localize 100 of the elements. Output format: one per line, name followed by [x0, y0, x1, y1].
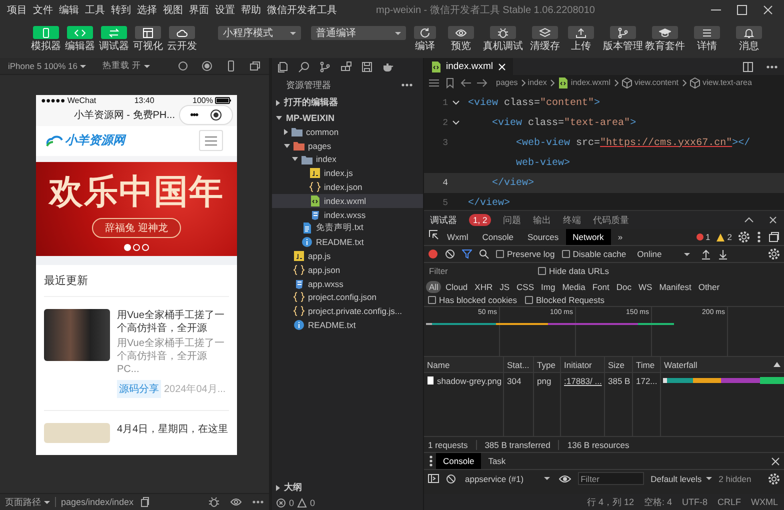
toolbar-button[interactable]: [414, 26, 436, 39]
editor-tab[interactable]: index.wxml: [424, 58, 513, 75]
eye-icon[interactable]: [558, 474, 571, 484]
record-icon[interactable]: [428, 249, 438, 259]
filter-icon[interactable]: [462, 249, 472, 259]
capsule-button[interactable]: •••: [179, 105, 233, 126]
article-title[interactable]: 4月4日，星期四，在这里: [117, 423, 229, 436]
compile-dropdown[interactable]: 普通编译: [311, 26, 406, 40]
panel-tab[interactable]: 代码质量: [593, 214, 630, 226]
settings-icon[interactable]: [768, 472, 780, 484]
menu-item[interactable]: 界面: [186, 3, 212, 17]
files-icon[interactable]: [277, 60, 289, 73]
search-icon[interactable]: [298, 60, 310, 72]
menu-item[interactable]: 微信开发者工具: [264, 3, 340, 17]
devtools-tab[interactable]: Wxml: [440, 229, 476, 245]
more-tabs-button[interactable]: »: [610, 229, 630, 245]
section-header[interactable]: MP-WEIXIN: [272, 110, 423, 125]
type-filter[interactable]: Doc: [613, 280, 634, 292]
section-header[interactable]: 大纲: [272, 480, 423, 495]
file-tree-item[interactable]: project.config.json: [272, 290, 423, 304]
file-tree-item[interactable]: pages: [272, 138, 423, 153]
drawer-tab[interactable]: Console: [436, 453, 482, 469]
settings-icon[interactable]: [738, 231, 750, 243]
menu-item[interactable]: 文件: [30, 3, 56, 17]
download-icon[interactable]: [718, 248, 728, 260]
column-header[interactable]: Waterfall: [661, 357, 784, 373]
close-icon[interactable]: [762, 4, 774, 16]
type-filter[interactable]: Img: [538, 280, 558, 292]
menu-button[interactable]: [199, 130, 223, 152]
carousel-dot[interactable]: [142, 244, 149, 251]
file-tree-item[interactable]: index.js: [272, 166, 423, 180]
toolbar-button[interactable]: [448, 26, 474, 39]
file-tree-item[interactable]: index.wxml: [272, 194, 423, 208]
panel-tab[interactable]: 问题: [503, 214, 522, 226]
request-name[interactable]: shadow-grey.png: [424, 373, 504, 388]
file-tree-item[interactable]: index.wxss: [272, 208, 423, 222]
mode-dropdown[interactable]: 小程序模式: [218, 26, 301, 40]
close-icon[interactable]: [771, 456, 780, 466]
levels-dropdown[interactable]: Default levels: [650, 474, 712, 484]
toolbar-button[interactable]: [652, 26, 678, 39]
article-title[interactable]: 用Vue全家桶手工搓了一个高仿抖音，全开源: [117, 309, 229, 335]
breadcrumb-item[interactable]: view.content: [620, 76, 679, 88]
column-header[interactable]: Stat...: [504, 357, 534, 373]
forward-arrow-icon[interactable]: [476, 76, 488, 88]
menu-item[interactable]: 视图: [160, 3, 186, 17]
file-tree-item[interactable]: 免责声明.txt: [272, 222, 423, 236]
file-tree-item[interactable]: README.txt: [272, 318, 423, 332]
search-icon[interactable]: [479, 249, 489, 259]
maximize-icon[interactable]: [736, 4, 748, 16]
column-header[interactable]: Time: [633, 357, 661, 373]
teapot-icon[interactable]: [382, 60, 394, 72]
column-header[interactable]: Name: [424, 357, 504, 373]
breadcrumb-item[interactable]: index: [528, 78, 547, 87]
type-filter[interactable]: Media: [559, 280, 588, 292]
section-header[interactable]: 打开的编辑器: [272, 95, 423, 110]
upload-icon[interactable]: [700, 248, 711, 260]
menu-item[interactable]: 帮助: [238, 3, 264, 17]
menu-item[interactable]: 选择: [134, 3, 160, 17]
menu-item[interactable]: 设置: [212, 3, 238, 17]
branch-icon[interactable]: [319, 60, 331, 72]
save-icon[interactable]: [361, 60, 373, 72]
split-editor-icon[interactable]: [742, 60, 754, 72]
carousel-dot[interactable]: [124, 244, 131, 251]
context-dropdown[interactable]: appservice (#1): [463, 474, 552, 484]
type-filter[interactable]: XHR: [472, 280, 496, 292]
devtools-tab[interactable]: Network: [566, 229, 611, 245]
panel-tab[interactable]: 调试器: [430, 214, 457, 226]
windows-icon[interactable]: [249, 60, 261, 72]
menu-item[interactable]: 工具: [82, 3, 108, 17]
devtools-tab[interactable]: Console: [475, 229, 520, 245]
file-tree-item[interactable]: index.json: [272, 180, 423, 194]
devtools-tab[interactable]: Sources: [520, 229, 566, 245]
type-filter[interactable]: Cloud: [442, 280, 471, 292]
drawer-tab[interactable]: Task: [481, 453, 513, 469]
fold-chevron-icon[interactable]: [452, 119, 460, 127]
toolbar-button[interactable]: [610, 26, 636, 39]
page-path-dropdown[interactable]: 页面路径: [5, 496, 50, 508]
file-tree-item[interactable]: common: [272, 125, 423, 139]
kebab-menu-icon[interactable]: [756, 231, 762, 243]
device-dropdown[interactable]: iPhone 5 100% 16: [6, 61, 88, 71]
sidebar-icon[interactable]: [428, 473, 439, 484]
table-cell[interactable]: :17883/ ...: [561, 373, 605, 388]
column-header[interactable]: Type: [534, 357, 561, 373]
type-filter[interactable]: Font: [589, 280, 612, 292]
type-filter[interactable]: WS: [636, 280, 656, 292]
panel-tab[interactable]: 输出: [533, 214, 552, 226]
toolbar-button[interactable]: [694, 26, 720, 39]
menu-item[interactable]: 转到: [108, 3, 134, 17]
carousel-dot[interactable]: [133, 244, 140, 251]
toolbar-button[interactable]: [736, 26, 762, 39]
status-item[interactable]: UTF-8: [682, 497, 708, 507]
type-filter[interactable]: Manifest: [656, 280, 694, 292]
status-item[interactable]: 空格: 4: [644, 496, 672, 508]
dock-icon[interactable]: [768, 231, 780, 243]
status-item[interactable]: 行 4，列 12: [586, 496, 634, 508]
file-tree-item[interactable]: index: [272, 152, 423, 166]
mode-button[interactable]: [169, 26, 195, 39]
breadcrumb-item[interactable]: index.wxml: [556, 76, 610, 88]
column-header[interactable]: Initiator: [561, 357, 605, 373]
file-tree-item[interactable]: app.js: [272, 249, 423, 263]
